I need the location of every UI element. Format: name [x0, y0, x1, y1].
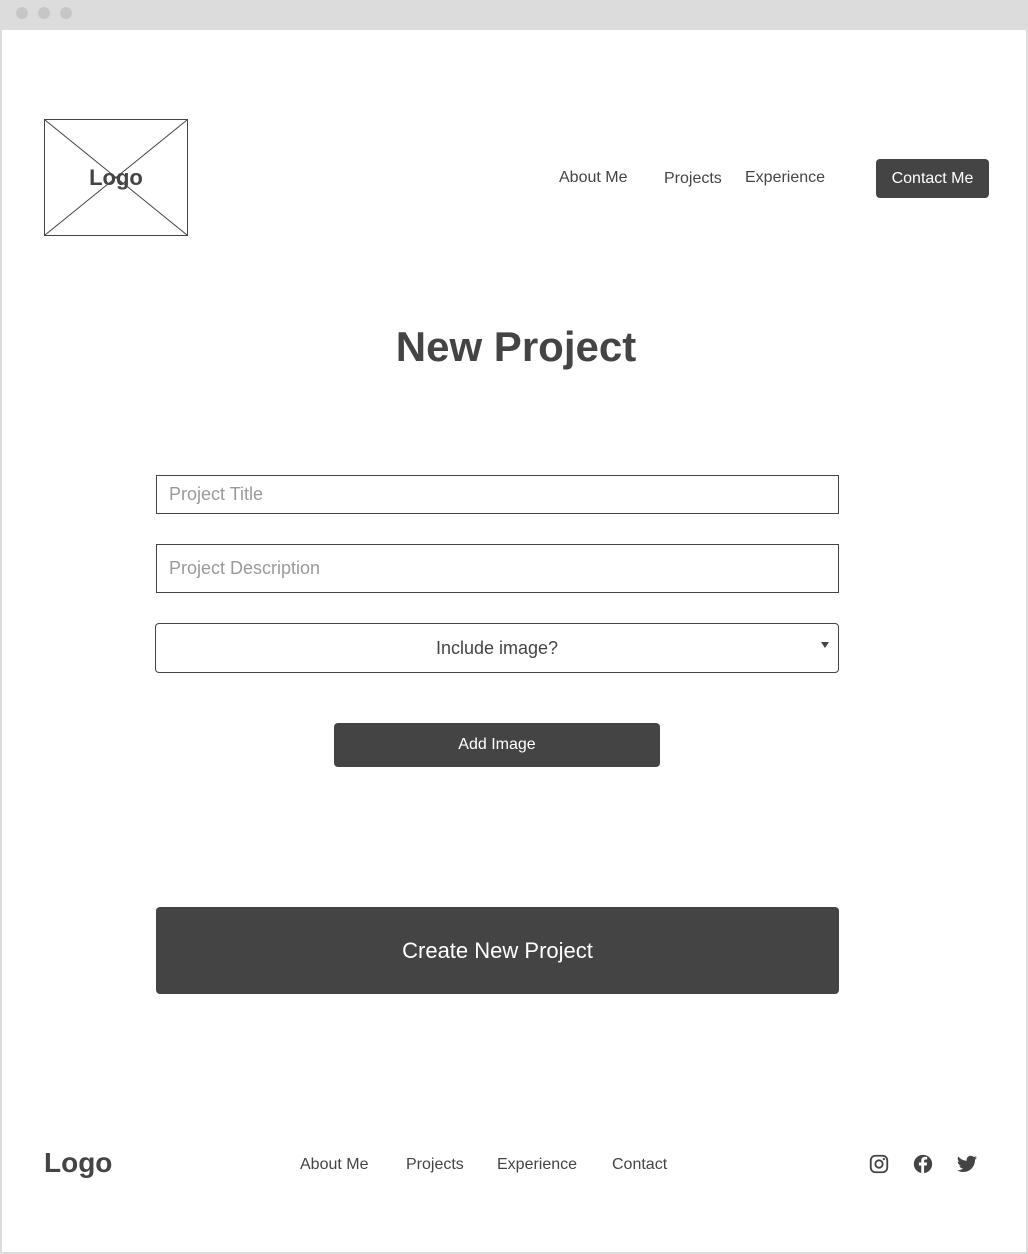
contact-me-button[interactable]: Contact Me — [876, 159, 989, 198]
browser-window: Logo About Me Projects Experience Contac… — [0, 0, 1028, 1254]
add-image-button[interactable]: Add Image — [334, 723, 660, 767]
create-new-project-button[interactable]: Create New Project — [156, 907, 839, 994]
window-maximize-dot[interactable] — [60, 7, 72, 19]
page-title: New Project — [395, 323, 637, 370]
facebook-icon[interactable] — [912, 1153, 934, 1175]
project-description-input[interactable] — [156, 544, 839, 593]
instagram-icon[interactable] — [868, 1153, 890, 1175]
window-titlebar — [2, 0, 1028, 30]
nav-projects[interactable]: Projects — [664, 170, 722, 188]
footer-logo[interactable]: Logo — [44, 1147, 112, 1179]
include-image-select[interactable]: Include image? — [155, 623, 839, 673]
include-image-select-value: Include image? — [435, 638, 559, 658]
nav-experience[interactable]: Experience — [745, 169, 825, 187]
footer-link-contact[interactable]: Contact — [612, 1156, 667, 1174]
header-logo-text: Logo — [89, 165, 143, 190]
footer-link-experience[interactable]: Experience — [497, 1156, 577, 1174]
chevron-down-icon — [821, 642, 829, 648]
twitter-icon[interactable] — [956, 1153, 978, 1175]
window-minimize-dot[interactable] — [38, 7, 50, 19]
footer-link-about-me[interactable]: About Me — [300, 1156, 368, 1174]
window-close-dot[interactable] — [16, 7, 28, 19]
nav-about-me[interactable]: About Me — [559, 169, 627, 187]
footer-link-projects[interactable]: Projects — [406, 1156, 464, 1174]
header-logo[interactable]: Logo — [44, 119, 188, 236]
project-title-input[interactable] — [156, 475, 839, 514]
